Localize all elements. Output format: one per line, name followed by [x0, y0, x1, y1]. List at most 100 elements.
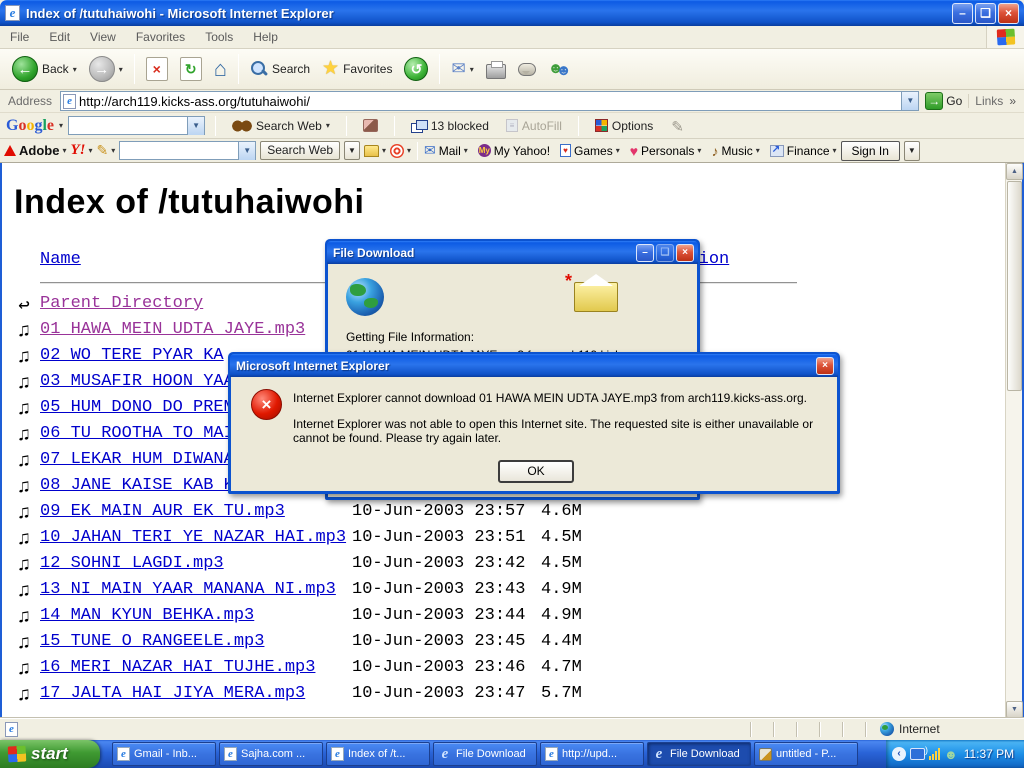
file-link[interactable]: 12 SOHNI LAGDI.mp3	[40, 554, 224, 573]
close-button[interactable]: ×	[816, 357, 834, 375]
chevron-down-icon[interactable]: ▾	[62, 146, 66, 155]
taskbar-task[interactable]: eFile Download	[647, 742, 751, 766]
sign-in-button[interactable]: Sign In	[841, 141, 900, 161]
restore-button[interactable]: ❑	[975, 3, 996, 24]
file-link[interactable]: 17 JALTA HAI JIYA MERA.mp3	[40, 684, 305, 703]
network-icon[interactable]	[910, 748, 925, 760]
vertical-scrollbar[interactable]: ▲ ▼	[1005, 163, 1022, 718]
scrollbar-thumb[interactable]	[1007, 181, 1022, 391]
menu-item-view[interactable]: View	[80, 30, 126, 44]
taskbar-task[interactable]: eFile Download	[433, 742, 537, 766]
chevron-down-icon[interactable]: ▾	[59, 121, 63, 130]
yahoo-item-personals[interactable]: Personals▾	[630, 143, 702, 159]
taskbar-task[interactable]: untitled - P...	[754, 742, 858, 766]
chevron-down-icon[interactable]: ▾	[73, 65, 77, 74]
address-input[interactable]	[76, 94, 901, 109]
highlight-button[interactable]: ✐	[664, 115, 689, 137]
clock[interactable]: 11:37 PM	[964, 747, 1014, 761]
close-button[interactable]: ×	[998, 3, 1019, 24]
mail-button[interactable]: ✉ ▾	[445, 57, 479, 81]
address-dropdown-button[interactable]: ▼	[901, 92, 918, 110]
yahoo-pencil-menu[interactable]: ✎ ▾	[96, 142, 115, 159]
sign-in-dropdown[interactable]: ▼	[904, 141, 920, 161]
minimize-button[interactable]: –	[952, 3, 973, 24]
chevron-down-icon[interactable]: ▾	[407, 146, 411, 155]
yahoo-search-web-button[interactable]: Search Web	[260, 141, 340, 160]
file-link[interactable]: Parent Directory	[40, 294, 203, 313]
taskbar-task[interactable]: eGmail - Inb...	[112, 742, 216, 766]
google-logo[interactable]: Google	[6, 117, 54, 135]
stop-button[interactable]: ×	[140, 55, 174, 83]
discuss-button[interactable]	[512, 61, 542, 78]
yahoo-search-dropdown[interactable]: ▼	[238, 142, 255, 160]
menu-item-file[interactable]: File	[0, 30, 39, 44]
menu-item-tools[interactable]: Tools	[195, 30, 243, 44]
minimize-button[interactable]: –	[636, 244, 654, 262]
file-link[interactable]: 05 HUM DONO DO PREM	[40, 398, 234, 417]
chevron-down-icon[interactable]: ▾	[616, 146, 620, 155]
search-button[interactable]: Search	[244, 58, 316, 80]
signal-bars-icon[interactable]	[929, 748, 940, 760]
forward-button[interactable]: → ▾	[83, 54, 129, 84]
file-link[interactable]: 09 EK MAIN AUR EK TU.mp3	[40, 502, 285, 521]
print-button[interactable]	[480, 58, 512, 81]
google-search-web-button[interactable]: Search Web ▾	[226, 117, 336, 135]
messenger-button[interactable]	[542, 58, 574, 80]
google-search-dropdown[interactable]: ▼	[187, 117, 204, 135]
yahoo-logo-menu[interactable]: Y! ▾	[70, 142, 92, 159]
name-column-header[interactable]: Name	[40, 250, 81, 269]
taskbar-task[interactable]: ehttp://upd...	[540, 742, 644, 766]
ok-button[interactable]: OK	[498, 460, 574, 483]
yahoo-search-web-dropdown[interactable]: ▼	[344, 141, 360, 160]
file-link[interactable]: 08 JANE KAISE KAB K	[40, 476, 234, 495]
chevron-down-icon[interactable]: ▾	[326, 121, 330, 130]
adobe-menu[interactable]: Adobe ▾	[4, 143, 66, 158]
google-search-input[interactable]	[69, 119, 187, 133]
refresh-button[interactable]: ↻	[174, 55, 208, 83]
taskbar-task[interactable]: eSajha.com ...	[219, 742, 323, 766]
menu-item-favorites[interactable]: Favorites	[126, 30, 195, 44]
file-link[interactable]: 06 TU ROOTHA TO MAI	[40, 424, 234, 443]
file-link[interactable]: 16 MERI NAZAR HAI TUJHE.mp3	[40, 658, 315, 677]
yahoo-bookmarks-button[interactable]: ▾	[364, 145, 386, 157]
chevron-down-icon[interactable]: ▾	[470, 65, 474, 74]
chevron-down-icon[interactable]: ▾	[464, 146, 468, 155]
menu-item-edit[interactable]: Edit	[39, 30, 80, 44]
file-link[interactable]: 02 WO TERE PYAR KA	[40, 346, 224, 365]
google-news-button[interactable]	[357, 117, 384, 134]
history-button[interactable]: ↺	[398, 55, 434, 83]
menu-item-help[interactable]: Help	[243, 30, 288, 44]
popup-blocker-button[interactable]: 13 blocked	[405, 117, 495, 135]
links-chevron-icon[interactable]: »	[1009, 94, 1020, 108]
links-menu[interactable]: Links	[968, 94, 1009, 108]
yahoo-item-finance[interactable]: Finance▾	[770, 144, 837, 158]
file-link[interactable]: 14 MAN KYUN BEHKA.mp3	[40, 606, 254, 625]
taskbar-task[interactable]: eIndex of /t...	[326, 742, 430, 766]
close-button[interactable]: ×	[676, 244, 694, 262]
messenger-tray-icon[interactable]: ☻	[944, 747, 958, 762]
file-link[interactable]: 13 NI MAIN YAAR MANANA NI.mp3	[40, 580, 336, 599]
chevron-down-icon[interactable]: ▾	[119, 65, 123, 74]
file-link[interactable]: 15 TUNE O RANGEELE.mp3	[40, 632, 264, 651]
chevron-down-icon[interactable]: ▾	[697, 146, 701, 155]
favorites-button[interactable]: ★ Favorites	[316, 57, 398, 81]
scroll-up-button[interactable]: ▲	[1006, 163, 1023, 180]
file-link[interactable]: 10 JAHAN TERI YE NAZAR HAI.mp3	[40, 528, 346, 547]
yahoo-target-button[interactable]: ▾	[390, 144, 411, 158]
chevron-down-icon[interactable]: ▾	[833, 146, 837, 155]
autofill-button[interactable]: ≡ AutoFill	[500, 117, 568, 135]
yahoo-item-my-yahoo-[interactable]: My Yahoo!	[478, 144, 550, 158]
chevron-down-icon[interactable]: ▾	[382, 146, 386, 155]
home-button[interactable]: ⌂	[208, 55, 233, 83]
yahoo-item-games[interactable]: Games▾	[560, 144, 620, 158]
start-button[interactable]: start	[0, 740, 100, 768]
tray-chevron-icon[interactable]: ‹	[892, 747, 906, 761]
options-button[interactable]: Options	[589, 117, 659, 135]
yahoo-search-input[interactable]	[120, 144, 238, 158]
file-link[interactable]: 07 LEKAR HUM DIWANA	[40, 450, 234, 469]
yahoo-item-mail[interactable]: Mail▾	[424, 142, 468, 159]
scroll-down-button[interactable]: ▼	[1006, 701, 1023, 718]
yahoo-item-music[interactable]: Music▾	[711, 143, 759, 159]
file-link[interactable]: 01 HAWA MEIN UDTA JAYE.mp3	[40, 320, 305, 339]
go-button[interactable]: → Go	[925, 92, 962, 110]
